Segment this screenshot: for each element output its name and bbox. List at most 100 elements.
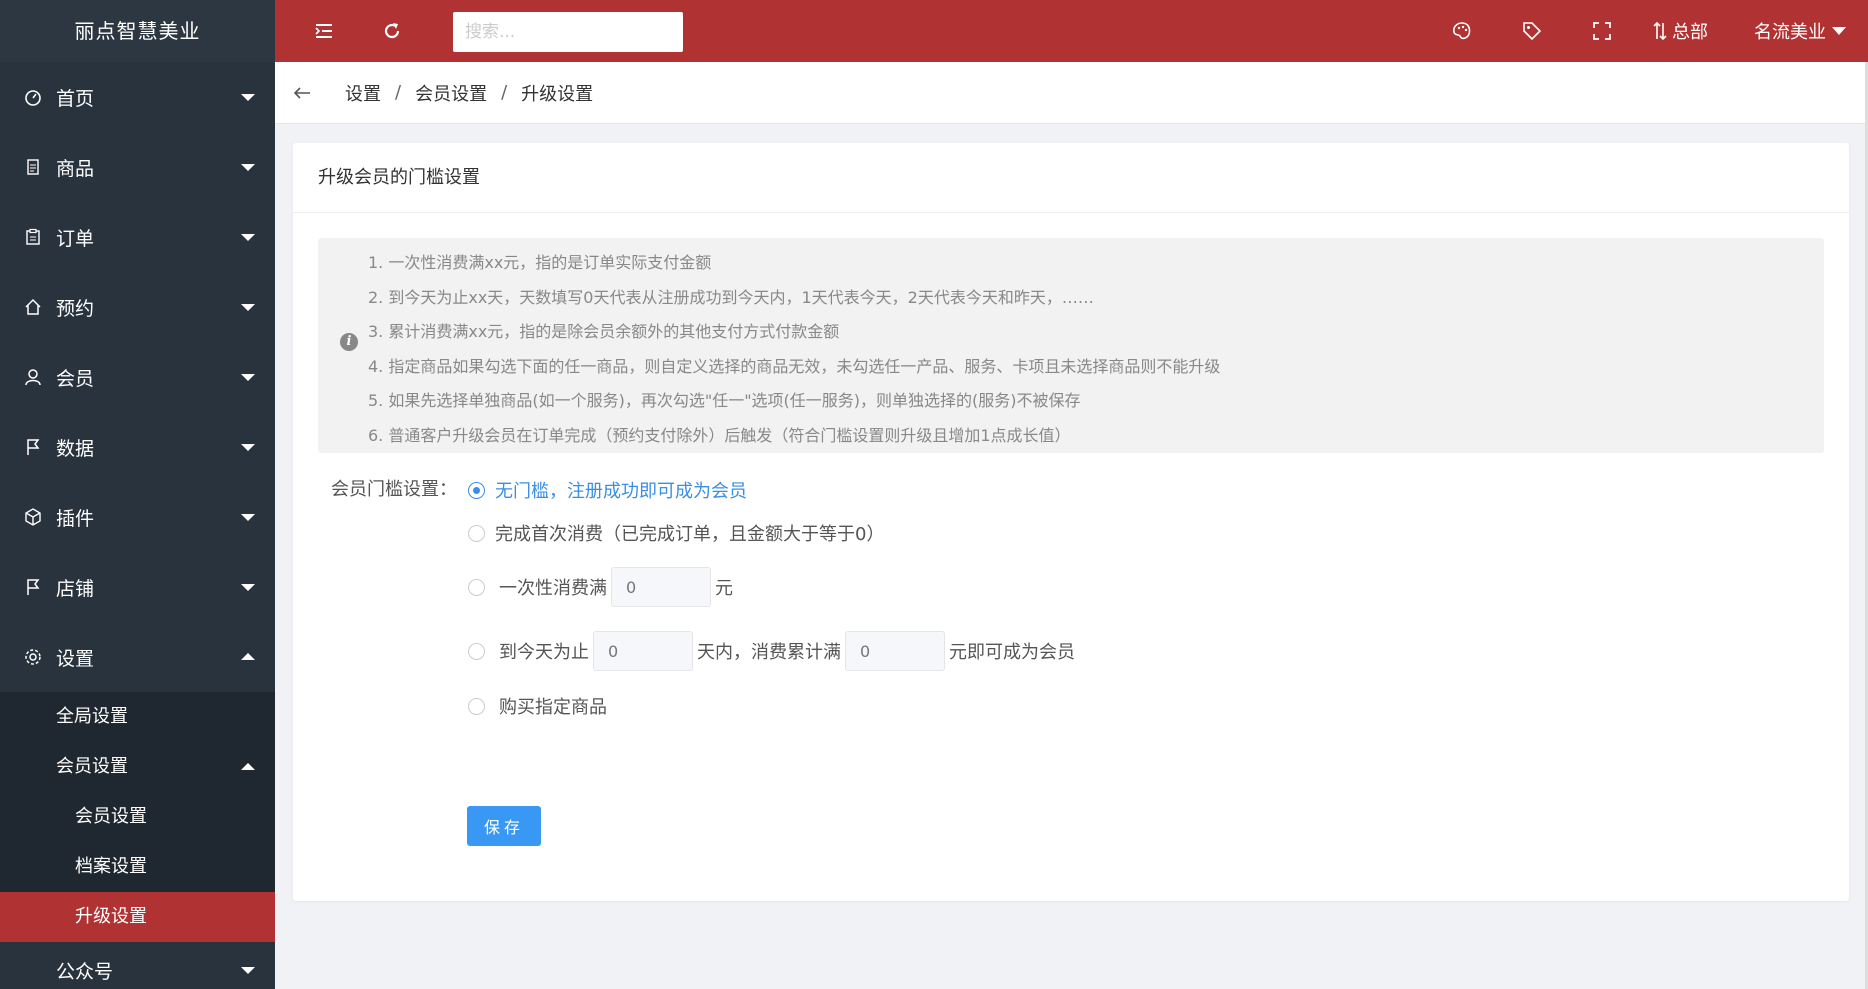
- menu-toggle-icon[interactable]: [310, 17, 338, 45]
- sidebar-item-official-account[interactable]: 公众号: [0, 942, 275, 989]
- option-no-threshold[interactable]: 无门槛，注册成功即可成为会员: [468, 473, 747, 507]
- cumulative-amount-input[interactable]: [845, 631, 945, 671]
- list-item: 2. 到今天为止xx天，天数填写0天代表从注册成功到今天内，1天代表今天，2天代…: [368, 287, 1094, 307]
- sidebar-item-global-settings[interactable]: 全局设置: [0, 692, 275, 742]
- radio-no-threshold[interactable]: [468, 481, 485, 499]
- sidebar-item-upgrade-settings[interactable]: 升级设置: [0, 892, 275, 942]
- breadcrumb-member-settings[interactable]: 会员设置: [415, 80, 487, 106]
- sidebar-item-label: 店铺: [56, 577, 95, 600]
- single-purchase-amount-input[interactable]: [611, 567, 711, 607]
- chevron-down-icon: [1832, 27, 1846, 35]
- brand-logo: 丽点智慧美业: [0, 0, 275, 62]
- list-item: 1. 一次性消费满xx元，指的是订单实际支付金额: [368, 253, 712, 272]
- topbar: 总部 名流美业: [275, 0, 1868, 62]
- option-label: 元: [715, 578, 733, 599]
- chevron-down-icon: [241, 374, 255, 381]
- dashboard-icon: [24, 88, 42, 106]
- notice-box: i 1. 一次性消费满xx元，指的是订单实际支付金额 2. 到今天为止xx天，天…: [318, 238, 1824, 453]
- home-icon: [24, 298, 42, 316]
- search-input[interactable]: [453, 12, 683, 52]
- sidebar-item-data[interactable]: 数据: [0, 412, 275, 482]
- notice-list: 1. 一次性消费满xx元，指的是订单实际支付金额 2. 到今天为止xx天，天数填…: [368, 246, 1220, 453]
- save-button[interactable]: 保存: [467, 806, 541, 846]
- breadcrumb-separator: /: [501, 82, 508, 103]
- sidebar-item-settings[interactable]: 设置: [0, 622, 275, 692]
- radio-cumulative-purchase[interactable]: [468, 642, 485, 660]
- list-item: 3. 累计消费满xx元，指的是除会员余额外的其他支付方式付款金额: [368, 322, 840, 341]
- flag-icon: [24, 578, 42, 596]
- sidebar-item-booking[interactable]: 预约: [0, 272, 275, 342]
- option-label: 一次性消费满: [499, 578, 607, 599]
- chevron-down-icon: [241, 444, 255, 451]
- option-label: 天内，消费累计满: [697, 642, 841, 663]
- option-specified-product[interactable]: 购买指定商品: [468, 689, 607, 723]
- breadcrumb: 设置 / 会员设置 / 升级设置: [275, 62, 1868, 124]
- sidebar-item-profile-settings[interactable]: 档案设置: [0, 842, 275, 892]
- list-item: 6. 普通客户升级会员在订单完成（预约支付除外）后触发（符合门槛设置则升级且增加…: [368, 425, 1071, 445]
- chevron-down-icon: [241, 584, 255, 591]
- refresh-icon[interactable]: [378, 17, 406, 45]
- threshold-label: 会员门槛设置：: [331, 479, 457, 500]
- sidebar-item-store[interactable]: 店铺: [0, 552, 275, 622]
- chevron-down-icon: [241, 164, 255, 171]
- radio-first-purchase[interactable]: [468, 524, 485, 542]
- user-icon: [24, 368, 42, 386]
- option-single-purchase[interactable]: 一次性消费满 元: [468, 567, 733, 607]
- switch-icon: [1652, 21, 1668, 41]
- radio-specified-product[interactable]: [468, 697, 485, 715]
- shop-dropdown[interactable]: 名流美业: [1754, 18, 1846, 44]
- radio-single-purchase[interactable]: [468, 578, 485, 596]
- sidebar: 丽点智慧美业 首页 商品 订单 预约 会员 数据 插件 店铺 设置 全局设置 会…: [0, 0, 275, 989]
- list-item: 5. 如果先选择单独商品(如一个服务)，再次勾选"任一"选项(任一服务)，则单独…: [368, 391, 1081, 410]
- cube-icon: [24, 508, 42, 526]
- chevron-up-icon: [241, 763, 255, 770]
- clipboard-icon: [24, 228, 42, 246]
- sidebar-item-label: 会员设置: [56, 756, 128, 777]
- upgrade-threshold-panel: 升级会员的门槛设置 i 1. 一次性消费满xx元，指的是订单实际支付金额 2. …: [293, 143, 1849, 901]
- sidebar-item-plugins[interactable]: 插件: [0, 482, 275, 552]
- sidebar-item-label: 设置: [56, 647, 95, 670]
- sidebar-item-label: 会员: [56, 367, 95, 390]
- arrow-left-icon[interactable]: [293, 85, 317, 101]
- sidebar-item-label: 商品: [56, 157, 95, 180]
- chat-icon: [24, 961, 42, 979]
- sidebar-item-label: 插件: [56, 507, 95, 530]
- chevron-up-icon: [241, 653, 255, 660]
- switch-hq-button[interactable]: 总部: [1652, 18, 1708, 44]
- fullscreen-icon[interactable]: [1588, 17, 1616, 45]
- option-label: 完成首次消费（已完成订单，且金额大于等于0）: [495, 524, 885, 545]
- chevron-down-icon: [241, 967, 255, 974]
- document-icon: [24, 158, 42, 176]
- settings-submenu: 全局设置 会员设置 会员设置 档案设置 升级设置: [0, 692, 275, 942]
- option-cumulative-purchase[interactable]: 到今天为止 天内，消费累计满 元即可成为会员: [468, 631, 1075, 671]
- palette-icon[interactable]: [1448, 17, 1476, 45]
- days-input[interactable]: [593, 631, 693, 671]
- sidebar-item-products[interactable]: 商品: [0, 132, 275, 202]
- tag-icon[interactable]: [1518, 17, 1546, 45]
- sidebar-item-orders[interactable]: 订单: [0, 202, 275, 272]
- option-label: 无门槛，注册成功即可成为会员: [495, 481, 747, 502]
- sidebar-item-member-settings[interactable]: 会员设置: [0, 742, 275, 792]
- breadcrumb-upgrade-settings: 升级设置: [521, 83, 594, 105]
- sidebar-item-label: 订单: [56, 227, 95, 250]
- option-first-purchase[interactable]: 完成首次消费（已完成订单，且金额大于等于0）: [468, 516, 884, 550]
- option-label: 到今天为止: [499, 642, 589, 663]
- flag-icon: [24, 438, 42, 456]
- sidebar-item-label: 首页: [56, 87, 95, 110]
- list-item: 4. 指定商品如果勾选下面的任一商品，则自定义选择的商品无效，未勾选任一产品、服…: [368, 356, 1221, 376]
- topbar-right: 总部 名流美业: [1406, 0, 1846, 62]
- chevron-down-icon: [241, 304, 255, 311]
- sidebar-item-member-config[interactable]: 会员设置: [0, 792, 275, 842]
- sidebar-item-members[interactable]: 会员: [0, 342, 275, 412]
- option-label: 购买指定商品: [499, 697, 607, 718]
- option-label: 元即可成为会员: [949, 642, 1075, 663]
- panel-title: 升级会员的门槛设置: [293, 143, 1849, 213]
- chevron-down-icon: [241, 94, 255, 101]
- breadcrumb-settings[interactable]: 设置: [345, 80, 381, 106]
- chevron-down-icon: [241, 234, 255, 241]
- sidebar-item-label: 公众号: [56, 960, 114, 983]
- sidebar-item-home[interactable]: 首页: [0, 62, 275, 132]
- hq-label: 总部: [1672, 22, 1708, 43]
- info-icon: i: [340, 333, 358, 351]
- breadcrumb-separator: /: [395, 82, 402, 103]
